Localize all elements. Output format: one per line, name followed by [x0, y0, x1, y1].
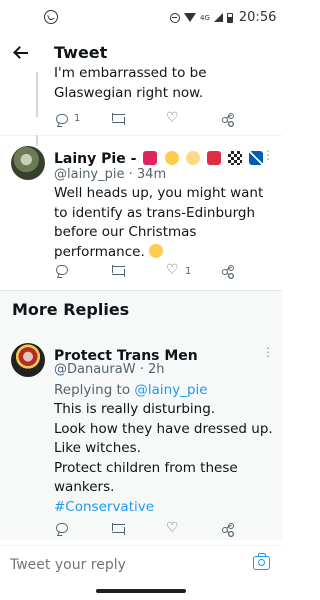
tweet-body: This is really disturbing. Look how they…: [54, 400, 278, 517]
reply-icon: [56, 523, 68, 533]
tweet-line: before our Christmas: [54, 224, 197, 240]
hashtag-link[interactable]: #Conservative: [54, 498, 278, 518]
more-replies-heading: More Replies: [12, 300, 130, 319]
tweet-line: wankers.: [54, 479, 115, 495]
separator-dot: ·: [128, 167, 133, 182]
thread-connector: [36, 72, 38, 117]
tweet-meta: @DanauraW · 2h: [54, 362, 165, 377]
timestamp: 34m: [136, 167, 167, 182]
like-action[interactable]: [166, 110, 179, 126]
parent-tweet-line: I'm embarrassed to be: [54, 65, 207, 81]
retweet-action[interactable]: [112, 523, 125, 535]
retweet-action[interactable]: [112, 113, 125, 125]
status-time: 20:56: [238, 10, 277, 25]
more-options-icon[interactable]: [262, 148, 274, 164]
tweet-line: This is really disturbing.: [54, 401, 216, 417]
tweet-line: to identify as trans-Edinburgh: [54, 204, 256, 221]
home-gesture-pill[interactable]: [96, 589, 186, 593]
parent-tweet-line: Glaswegian right now.: [54, 84, 204, 101]
thread-connector: [36, 135, 38, 146]
signal-icon: [213, 13, 223, 22]
retweet-icon: [112, 113, 125, 125]
status-bar: 4G 20:56: [0, 0, 282, 34]
reply-icon: [56, 265, 68, 275]
separator-dot: ·: [139, 362, 144, 377]
camera-icon[interactable]: [253, 553, 270, 570]
avatar[interactable]: [11, 343, 45, 377]
wink-emoji: 😉: [149, 243, 164, 258]
more-options-icon[interactable]: [262, 345, 274, 361]
share-icon: [222, 523, 234, 535]
red-square-emoji-icon: [206, 151, 221, 165]
page-title: Tweet: [54, 43, 108, 62]
reply-count: 1: [74, 113, 81, 124]
family-emoji-icon: [164, 151, 179, 165]
timestamp: 2h: [148, 362, 165, 377]
tweet-line: Protect children from these: [54, 459, 238, 476]
avatar[interactable]: [11, 146, 45, 180]
heart-icon: [166, 110, 179, 126]
replying-to-label: Replying to: [54, 382, 131, 398]
tweet-body: Well heads up, you might want to identif…: [54, 184, 276, 262]
replying-to-handle[interactable]: @lainy_pie: [134, 382, 207, 398]
handle[interactable]: @lainy_pie: [54, 167, 124, 182]
reply-input[interactable]: [10, 554, 240, 576]
share-icon: [222, 265, 234, 277]
heart-icon: [166, 262, 179, 278]
system-nav-bar: [0, 585, 282, 600]
like-count: 1: [185, 266, 192, 277]
tweet-line: Look how they have dressed up.: [54, 420, 273, 437]
back-arrow-icon[interactable]: [14, 46, 28, 60]
retweet-icon: [112, 523, 125, 535]
network-type: 4G: [200, 13, 210, 22]
like-action[interactable]: [166, 520, 179, 536]
reply-action[interactable]: [56, 523, 68, 533]
reply-compose-bar: [0, 545, 282, 585]
do-not-disturb-icon: [170, 12, 180, 23]
display-name[interactable]: Lainy Pie -: [54, 151, 136, 167]
share-action[interactable]: [222, 523, 234, 535]
female-sign-emoji-icon: [143, 151, 158, 165]
reply-icon: [56, 113, 68, 124]
whatsapp-icon: [44, 10, 58, 24]
reply-action[interactable]: 1: [56, 113, 80, 124]
wifi-icon: [184, 13, 196, 22]
share-action[interactable]: [222, 265, 234, 277]
parent-tweet-text: I'm embarrassed to be Glaswegian right n…: [54, 65, 274, 103]
retweet-action[interactable]: [112, 265, 125, 277]
divider: [0, 135, 282, 136]
tweet-line: Well heads up, you might want: [54, 185, 264, 201]
like-action[interactable]: 1: [166, 262, 192, 278]
divider: [0, 290, 282, 291]
status-icons: 4G 20:56: [170, 10, 276, 25]
share-icon: [222, 113, 234, 125]
tweet-meta: @lainy_pie · 34m: [54, 167, 166, 182]
reply-action[interactable]: [56, 265, 68, 275]
scotland-flag-emoji-icon: [248, 151, 263, 165]
heart-icon: [166, 520, 179, 536]
tweet-line-last: performance. 😉: [54, 243, 276, 263]
tweet-header: Lainy Pie -: [54, 148, 264, 167]
replying-to: Replying to @lainy_pie: [54, 381, 208, 401]
share-action[interactable]: [222, 113, 234, 125]
tweet-line: performance.: [54, 243, 145, 260]
battery-icon: [226, 12, 233, 23]
checkered-flag-emoji-icon: [227, 151, 242, 165]
handle[interactable]: @DanauraW: [54, 362, 136, 377]
tweet-line: Like witches.: [54, 440, 141, 456]
retweet-icon: [112, 265, 125, 277]
angel-emoji-icon: [185, 151, 200, 165]
